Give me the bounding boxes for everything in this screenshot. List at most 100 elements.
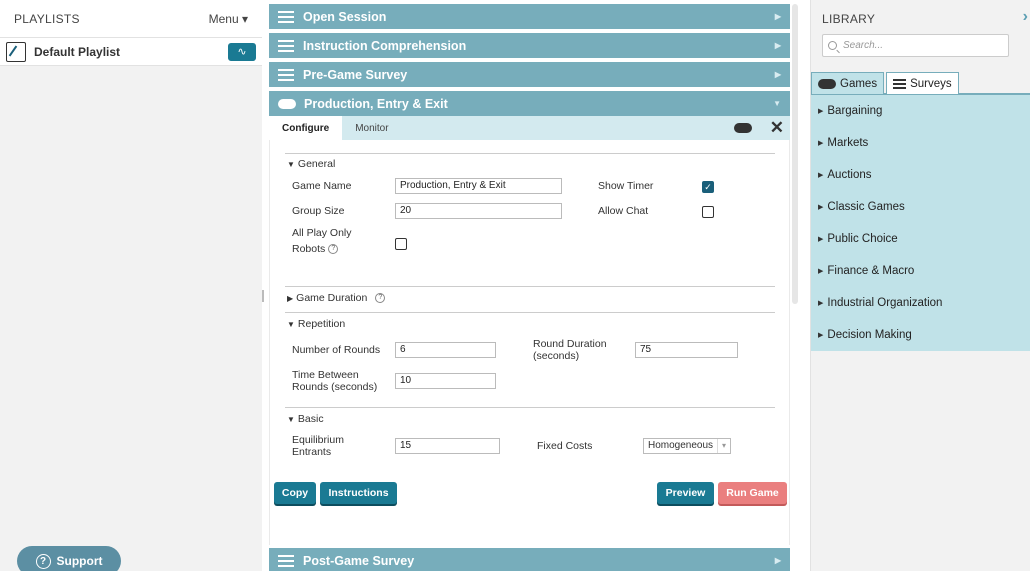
caret-right-icon: ▶ bbox=[774, 12, 781, 21]
chart-icon[interactable]: ∿ bbox=[228, 42, 256, 61]
section-title: General bbox=[297, 158, 336, 170]
category-label: Classic Games bbox=[827, 201, 905, 213]
accordion-post-game-survey[interactable]: Post-Game Survey ▶ bbox=[269, 548, 790, 571]
game-tabs: Configure Monitor ✕ bbox=[269, 116, 790, 140]
round-duration-label-line1: Round Duration bbox=[533, 338, 607, 350]
library-category-list: ▶ Bargaining ▶ Markets ▶ Auctions ▶ Classic … bbox=[811, 95, 1030, 351]
list-icon bbox=[278, 554, 294, 567]
playlists-menu-button[interactable]: Menu ▾ bbox=[209, 12, 248, 26]
library-search[interactable]: Search... bbox=[822, 34, 1009, 57]
divider bbox=[285, 153, 775, 154]
accordion-production-entry-exit[interactable]: Production, Entry & Exit ▼ bbox=[269, 91, 790, 116]
accordion-open-session[interactable]: Open Session ▶ bbox=[269, 4, 790, 29]
category-decision-making[interactable]: ▶ Decision Making bbox=[811, 319, 1030, 351]
caret-right-icon: ▶ bbox=[774, 70, 781, 79]
playlist-item-default[interactable]: Default Playlist ∿ bbox=[0, 37, 262, 66]
game-name-input[interactable]: Production, Entry & Exit bbox=[395, 178, 562, 194]
all-play-robots-checkbox[interactable] bbox=[395, 238, 407, 250]
category-label: Markets bbox=[827, 137, 869, 149]
chevron-right-icon[interactable]: › bbox=[1023, 8, 1028, 26]
library-title: LIBRARY bbox=[822, 12, 876, 26]
allow-chat-checkbox[interactable] bbox=[702, 206, 714, 218]
accordion-label: Open Session bbox=[303, 9, 387, 24]
tab-games[interactable]: Games bbox=[811, 72, 885, 94]
time-between-label-line1: Time Between bbox=[292, 369, 359, 381]
category-finance-macro[interactable]: ▶ Finance & Macro bbox=[811, 255, 1030, 287]
accordion-label: Post-Game Survey bbox=[303, 553, 415, 568]
fixed-costs-label: Fixed Costs bbox=[537, 440, 593, 452]
configure-panel: ▼ General Game Name Production, Entry & E… bbox=[269, 140, 790, 545]
section-title: Repetition bbox=[297, 318, 346, 330]
session-accordion: Open Session ▶ Instruction Comprehension… bbox=[269, 4, 790, 571]
accordion-pre-game-survey[interactable]: Pre-Game Survey ▶ bbox=[269, 62, 790, 87]
gamepad-icon[interactable] bbox=[733, 122, 752, 133]
edit-playlist-icon[interactable] bbox=[6, 41, 26, 62]
divider bbox=[285, 312, 775, 313]
section-basic-toggle[interactable]: ▼ Basic bbox=[287, 413, 324, 425]
playlists-panel: PLAYLISTS Menu ▾ Default Playlist ∿ ? Su… bbox=[0, 0, 262, 571]
gamepad-icon bbox=[818, 78, 836, 89]
caret-right-icon: ▶ bbox=[774, 41, 781, 50]
category-markets[interactable]: ▶ Markets bbox=[811, 127, 1030, 159]
help-icon: ? bbox=[35, 553, 51, 569]
category-label: Bargaining bbox=[827, 105, 883, 117]
accordion-label: Instruction Comprehension bbox=[303, 38, 467, 53]
section-repetition-toggle[interactable]: ▼ Repetition bbox=[287, 318, 345, 330]
group-size-label: Group Size bbox=[292, 205, 345, 217]
divider bbox=[285, 407, 775, 408]
help-icon[interactable]: ? bbox=[375, 293, 386, 304]
game-name-label: Game Name bbox=[292, 180, 352, 192]
search-input[interactable]: Search... bbox=[843, 40, 883, 51]
all-play-robots-label-line2: Robots bbox=[292, 243, 326, 255]
playlist-name: Default Playlist bbox=[34, 44, 121, 59]
all-play-robots-label: Robots? bbox=[292, 243, 339, 255]
section-general-toggle[interactable]: ▼ General bbox=[287, 158, 335, 170]
run-game-button[interactable]: Run Game bbox=[718, 482, 787, 504]
category-industrial-organization[interactable]: ▶ Industrial Organization bbox=[811, 287, 1030, 319]
category-label: Finance & Macro bbox=[827, 265, 915, 277]
accordion-label: Production, Entry & Exit bbox=[304, 96, 448, 111]
accordion-instruction-comprehension[interactable]: Instruction Comprehension ▶ bbox=[269, 33, 790, 58]
round-duration-input[interactable]: 75 bbox=[635, 342, 738, 358]
rounds-input[interactable]: 6 bbox=[395, 342, 496, 358]
section-game-duration-toggle[interactable]: ▶ Game Duration? bbox=[287, 292, 386, 304]
section-title: Game Duration bbox=[296, 292, 368, 304]
show-timer-label: Show Timer bbox=[598, 180, 654, 192]
round-duration-label-line2: (seconds) bbox=[533, 350, 580, 362]
playlists-title: PLAYLISTS bbox=[14, 11, 80, 26]
library-panel: LIBRARY › Search... Games Surveys ▶ Barga… bbox=[810, 0, 1030, 571]
tab-label: Surveys bbox=[910, 77, 952, 90]
list-icon bbox=[278, 39, 294, 52]
search-icon bbox=[828, 41, 837, 50]
show-timer-checkbox[interactable]: ✓ bbox=[702, 181, 714, 193]
category-classic-games[interactable]: ▶ Classic Games bbox=[811, 191, 1030, 223]
list-icon bbox=[278, 68, 294, 81]
category-label: Auctions bbox=[827, 169, 872, 181]
gamepad-icon bbox=[278, 98, 296, 109]
time-between-input[interactable]: 10 bbox=[395, 373, 496, 389]
accordion-label: Pre-Game Survey bbox=[303, 67, 408, 82]
copy-button[interactable]: Copy bbox=[274, 482, 316, 504]
fixed-costs-value: Homogeneous bbox=[648, 440, 714, 451]
divider bbox=[285, 286, 775, 287]
section-title: Basic bbox=[297, 413, 324, 425]
tab-monitor[interactable]: Monitor bbox=[342, 116, 401, 140]
category-public-choice[interactable]: ▶ Public Choice bbox=[811, 223, 1030, 255]
category-bargaining[interactable]: ▶ Bargaining bbox=[811, 95, 1030, 127]
group-size-input[interactable]: 20 bbox=[395, 203, 562, 219]
support-button[interactable]: ? Support bbox=[17, 546, 121, 571]
tab-surveys[interactable]: Surveys bbox=[886, 72, 959, 94]
close-icon[interactable]: ✕ bbox=[770, 119, 784, 136]
scrollbar[interactable] bbox=[792, 4, 798, 304]
preview-button[interactable]: Preview bbox=[657, 482, 714, 504]
help-icon[interactable]: ? bbox=[328, 244, 339, 255]
category-label: Decision Making bbox=[827, 329, 912, 341]
category-auctions[interactable]: ▶ Auctions bbox=[811, 159, 1030, 191]
instructions-button[interactable]: Instructions bbox=[320, 482, 397, 504]
equilibrium-label-line2: Entrants bbox=[292, 446, 332, 458]
tab-configure[interactable]: Configure bbox=[269, 116, 343, 140]
panel-resize-handle[interactable] bbox=[262, 290, 264, 302]
caret-right-icon: ▶ bbox=[774, 556, 781, 565]
equilibrium-input[interactable]: 15 bbox=[395, 438, 500, 454]
fixed-costs-select[interactable]: Homogeneous ▾ bbox=[643, 438, 732, 454]
